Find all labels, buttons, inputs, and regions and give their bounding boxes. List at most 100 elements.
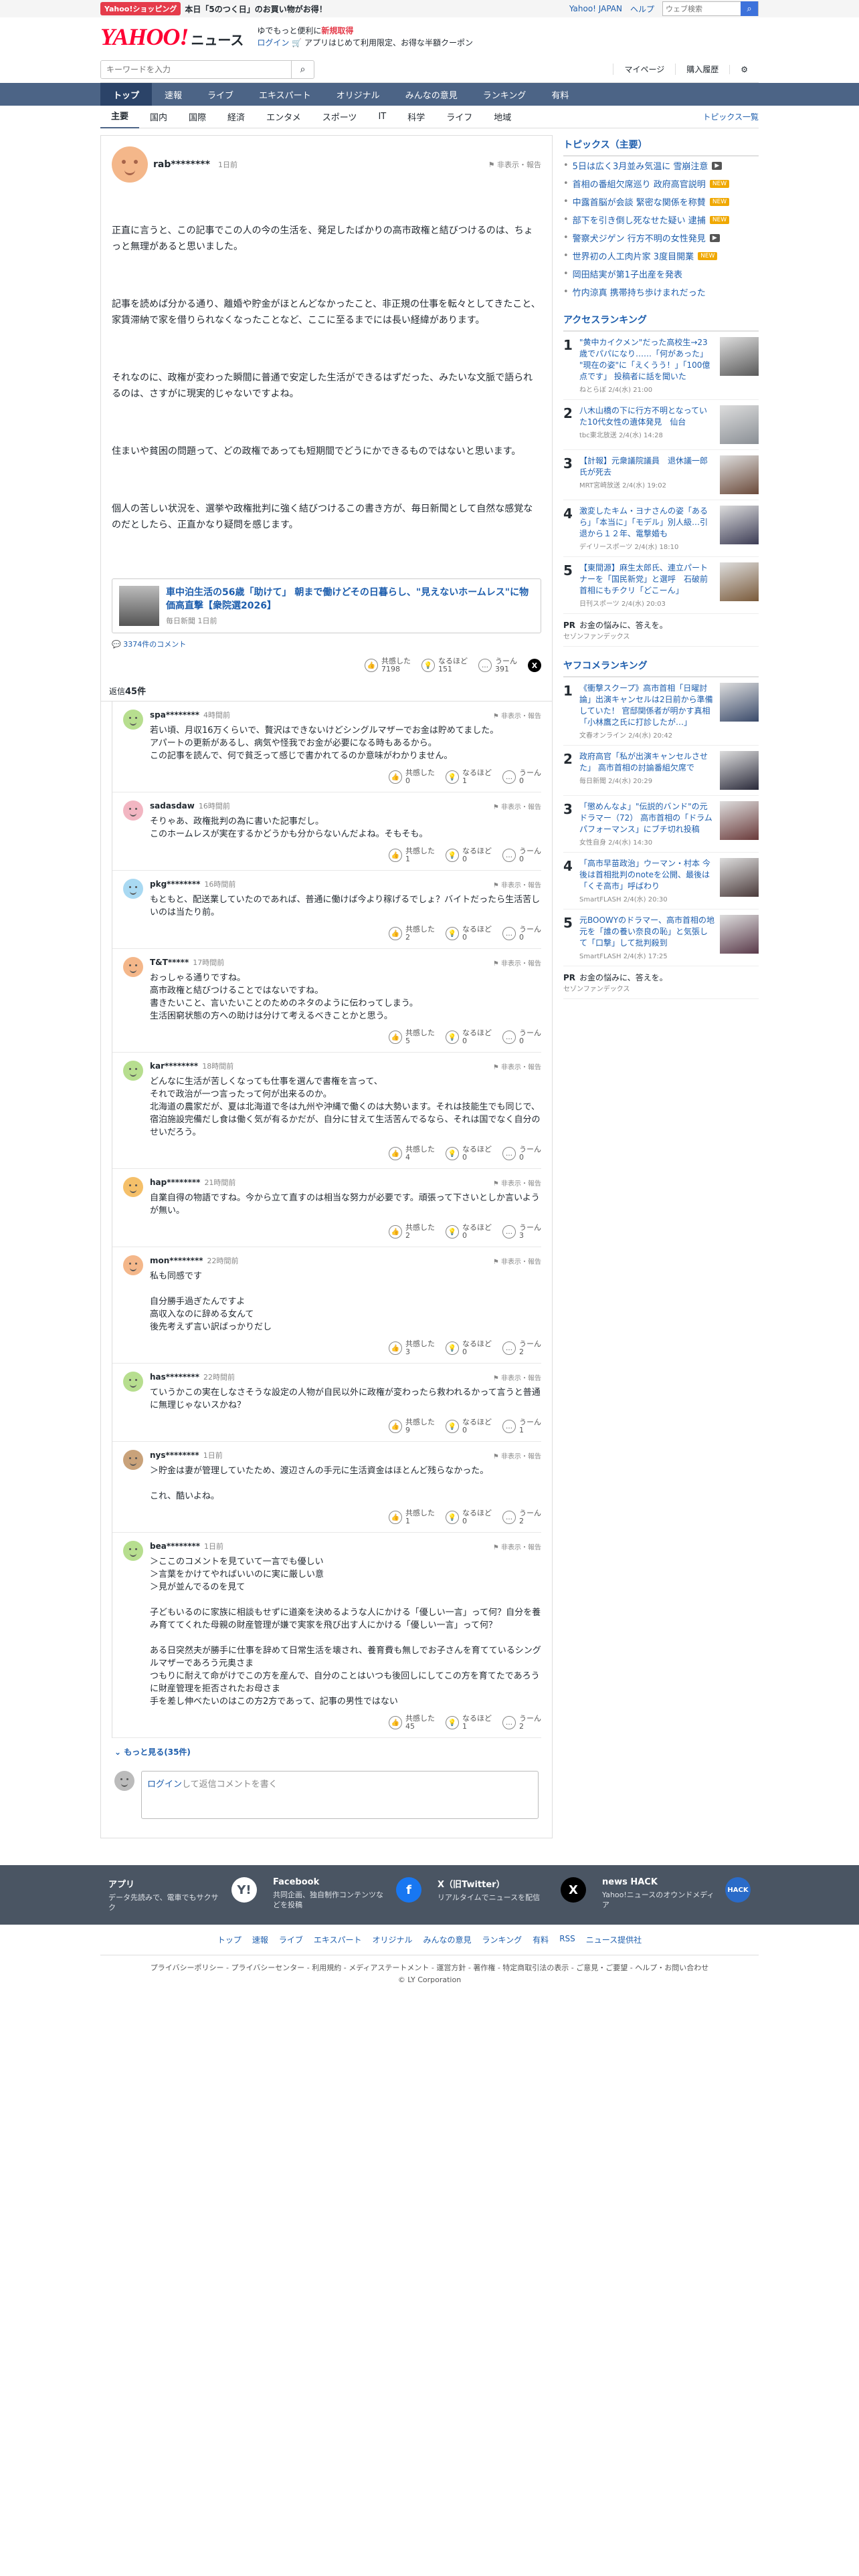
login-link[interactable]: ログイン xyxy=(147,1780,182,1790)
ranking-item[interactable]: 3 「懲めんなよ」"伝説的バンド"の元ドラマー（72） 高市首相の「ドラムパフォ… xyxy=(563,796,759,853)
react-empathy[interactable]: 👍 共感した 1 xyxy=(389,847,435,863)
ranking-item[interactable]: 5 【東間源】麻生太郎氏、連立パートナーを「国民新党」と選呼 石破前首相にもチク… xyxy=(563,557,759,614)
gear-icon[interactable]: ⚙ xyxy=(729,64,759,74)
rank-title[interactable]: 元BOOWYのドラマー、高市首相の地元を「誰の養い奈良の恥」と気張して「口撃」し… xyxy=(579,915,714,949)
react-empathy[interactable]: 👍 共感した 1 xyxy=(389,1509,435,1525)
nav-opinion[interactable]: みんなの意見 xyxy=(393,83,470,106)
react-empathy[interactable]: 👍 共感した 4 xyxy=(389,1146,435,1162)
react-hmm[interactable]: … うーん 2 xyxy=(502,1509,541,1525)
yahoo-japan-link[interactable]: Yahoo! JAPAN xyxy=(569,4,622,13)
footer-social-item[interactable]: news HACK Yahoo!ニュースのオウンドメディア HACK xyxy=(594,1877,759,1913)
footer-social-item[interactable]: X（旧Twitter） リアルタイムでニュースを配信 X xyxy=(430,1877,594,1913)
search-icon[interactable]: ⌕ xyxy=(741,1,758,16)
react-hmm[interactable]: … うーん 0 xyxy=(502,926,541,942)
react-hmm[interactable]: … うーん 3 xyxy=(502,1224,541,1240)
topic-item[interactable]: 竹内涼真 携帯持ち歩けまれだった xyxy=(563,283,759,301)
footer-nav-item[interactable]: エキスパート xyxy=(314,1934,362,1945)
topic-item[interactable]: 5日は広く3月並み気温に 雪崩注意▶ xyxy=(563,156,759,175)
react-empathy[interactable]: 👍 共感した 2 xyxy=(389,1224,435,1240)
search-icon[interactable]: ⌕ xyxy=(291,60,314,78)
footer-social-title[interactable]: news HACK xyxy=(602,1877,719,1887)
nav-breaking[interactable]: 速報 xyxy=(152,83,195,106)
hide-report-link[interactable]: ⚑ 非表示・報告 xyxy=(493,1372,541,1382)
rank-title[interactable]: 「高市早苗政治」ウーマン・村本 今後は首相批判のnoteを公開、最後は「くそ高市… xyxy=(579,858,714,892)
yahoo-news-logo[interactable]: YAHOO! ニュース xyxy=(100,23,244,51)
topic-item[interactable]: 世界初の人工肉片家 3度目開業NEW xyxy=(563,247,759,265)
promo-text[interactable]: 本日「5のつく日」のお買い物がお得！ xyxy=(185,3,326,15)
topic-item[interactable]: 警察犬ジゲン 行方不明の女性発見▶ xyxy=(563,229,759,247)
nav-paid[interactable]: 有料 xyxy=(539,83,581,106)
react-empathy[interactable]: 👍 共感した 5 xyxy=(389,1029,435,1045)
reply-user[interactable]: pkg******** xyxy=(150,879,200,889)
react-hmm[interactable]: … うーん 0 xyxy=(502,847,541,863)
hide-report-link[interactable]: ⚑ 非表示・報告 xyxy=(493,1061,541,1071)
topics-list-link[interactable]: トピックス一覧 xyxy=(702,111,759,122)
react-hmm[interactable]: … うーん 391 xyxy=(478,657,517,673)
react-naruhodo[interactable]: 💡 なるほど 1 xyxy=(446,769,492,785)
subnav-world[interactable]: 国際 xyxy=(178,110,217,123)
react-naruhodo[interactable]: 💡 なるほど 151 xyxy=(421,657,468,673)
reply-user[interactable]: hap******** xyxy=(150,1178,200,1187)
ranking-item[interactable]: 4 激変したキム・ヨナさんの姿「あるら」「本当に」「モデル」別人級…引退から１２… xyxy=(563,500,759,557)
footer-nav-item[interactable]: オリジナル xyxy=(373,1934,413,1945)
react-naruhodo[interactable]: 💡 なるほど 0 xyxy=(446,926,492,942)
rank-title[interactable]: 【東間源】麻生太郎氏、連立パートナーを「国民新党」と選呼 石破前首相にもチクリ「… xyxy=(579,562,714,597)
comment-user[interactable]: rab******** xyxy=(153,159,210,170)
footer-nav-item[interactable]: RSS xyxy=(559,1934,575,1945)
react-empathy[interactable]: 👍 共感した 7198 xyxy=(365,657,411,673)
nav-ranking[interactable]: ランキング xyxy=(470,83,539,106)
footer-social-title[interactable]: X（旧Twitter） xyxy=(438,1877,554,1890)
hide-report-link[interactable]: ⚑ 非表示・報告 xyxy=(493,1178,541,1188)
history-link[interactable]: 購入履歴 xyxy=(675,64,729,75)
yahoo-comment-ranking-title[interactable]: ヤフコメランキング xyxy=(563,656,759,677)
rank-title[interactable]: 《衝撃スクープ》高市首相「日曜討論」出演キャンセルは2日前から準備していた！ 官… xyxy=(579,683,714,728)
web-search-input[interactable] xyxy=(663,2,741,15)
react-naruhodo[interactable]: 💡 なるほど 1 xyxy=(446,1715,492,1731)
subnav-economy[interactable]: 経済 xyxy=(217,110,256,123)
subnav-region[interactable]: 地域 xyxy=(483,110,522,123)
footer-social-title[interactable]: アプリ xyxy=(108,1877,225,1890)
ranking-item[interactable]: 1 "黄中カイクメン"だった高校生→23歳でパパになり……「何があった」 "現在… xyxy=(563,332,759,400)
react-empathy[interactable]: 👍 共感した 0 xyxy=(389,769,435,785)
rank-title[interactable]: 八木山橋の下に行方不明となっていた10代女性の遺体発見 仙台 xyxy=(579,405,714,428)
subnav-sports[interactable]: スポーツ xyxy=(312,110,368,123)
rank-title[interactable]: 【計報】元衆議院議員 退休議一郎氏が死去 xyxy=(579,455,714,478)
subnav-it[interactable]: IT xyxy=(367,112,397,122)
reply-user[interactable]: has******** xyxy=(150,1372,199,1382)
react-hmm[interactable]: … うーん 2 xyxy=(502,1340,541,1356)
ranking-item[interactable]: 5 元BOOWYのドラマー、高市首相の地元を「誰の養い奈良の恥」と気張して「口撃… xyxy=(563,909,759,966)
news-search-input[interactable] xyxy=(101,60,291,78)
mypage-link[interactable]: マイページ xyxy=(613,64,675,75)
react-hmm[interactable]: … うーん 2 xyxy=(502,1715,541,1731)
reply-user[interactable]: kar******** xyxy=(150,1061,198,1071)
topic-item[interactable]: 部下を引き倒し死なせた疑い 逮捕NEW xyxy=(563,211,759,229)
footer-nav-item[interactable]: ランキング xyxy=(482,1934,522,1945)
subnav-science[interactable]: 科学 xyxy=(397,110,436,123)
react-empathy[interactable]: 👍 共感した 3 xyxy=(389,1340,435,1356)
subnav-life[interactable]: ライフ xyxy=(436,110,483,123)
react-empathy[interactable]: 👍 共感した 9 xyxy=(389,1418,435,1434)
footer-nav-item[interactable]: ニュース提供社 xyxy=(586,1934,642,1945)
react-naruhodo[interactable]: 💡 なるほど 0 xyxy=(446,1029,492,1045)
react-naruhodo[interactable]: 💡 なるほど 0 xyxy=(446,1224,492,1240)
ranking-item[interactable]: 2 政府高官「私が出演キャンセルさせた」 高市首相の討論番組欠席で 毎日新聞 2/… xyxy=(563,746,759,796)
react-hmm[interactable]: … うーん 0 xyxy=(502,1029,541,1045)
reply-user[interactable]: nys******** xyxy=(150,1451,199,1460)
hide-report-link[interactable]: ⚑ 非表示・報告 xyxy=(493,710,541,720)
react-hmm[interactable]: … うーん 0 xyxy=(502,769,541,785)
hide-report-link[interactable]: ⚑ 非表示・報告 xyxy=(493,958,541,968)
legal-links[interactable]: プライバシーポリシー - プライバシーセンター - 利用規約 - メディアステー… xyxy=(0,1962,859,1974)
hide-report-link[interactable]: ⚑ 非表示・報告 xyxy=(488,159,541,170)
help-link[interactable]: ヘルプ xyxy=(630,3,654,15)
footer-social-item[interactable]: アプリ データ先読みで、電車でもサクサク Y! xyxy=(100,1877,265,1913)
reply-user[interactable]: mon******** xyxy=(150,1256,203,1265)
reply-user[interactable]: sadasdaw xyxy=(150,801,195,811)
footer-nav-item[interactable]: ライブ xyxy=(279,1934,303,1945)
social-icon[interactable]: HACK xyxy=(725,1877,751,1903)
footer-social-title[interactable]: Facebook xyxy=(273,1877,389,1887)
rank-title[interactable]: 政府高官「私が出演キャンセルさせた」 高市首相の討論番組欠席で xyxy=(579,751,714,774)
x-share-icon[interactable]: X xyxy=(528,659,541,672)
react-hmm[interactable]: … うーん 0 xyxy=(502,1146,541,1162)
article-title[interactable]: 車中泊生活の56歳「助けて」 朝まで働けどその日暮らし、"見えないホームレス"に… xyxy=(166,586,534,613)
social-icon[interactable]: X xyxy=(561,1877,586,1903)
